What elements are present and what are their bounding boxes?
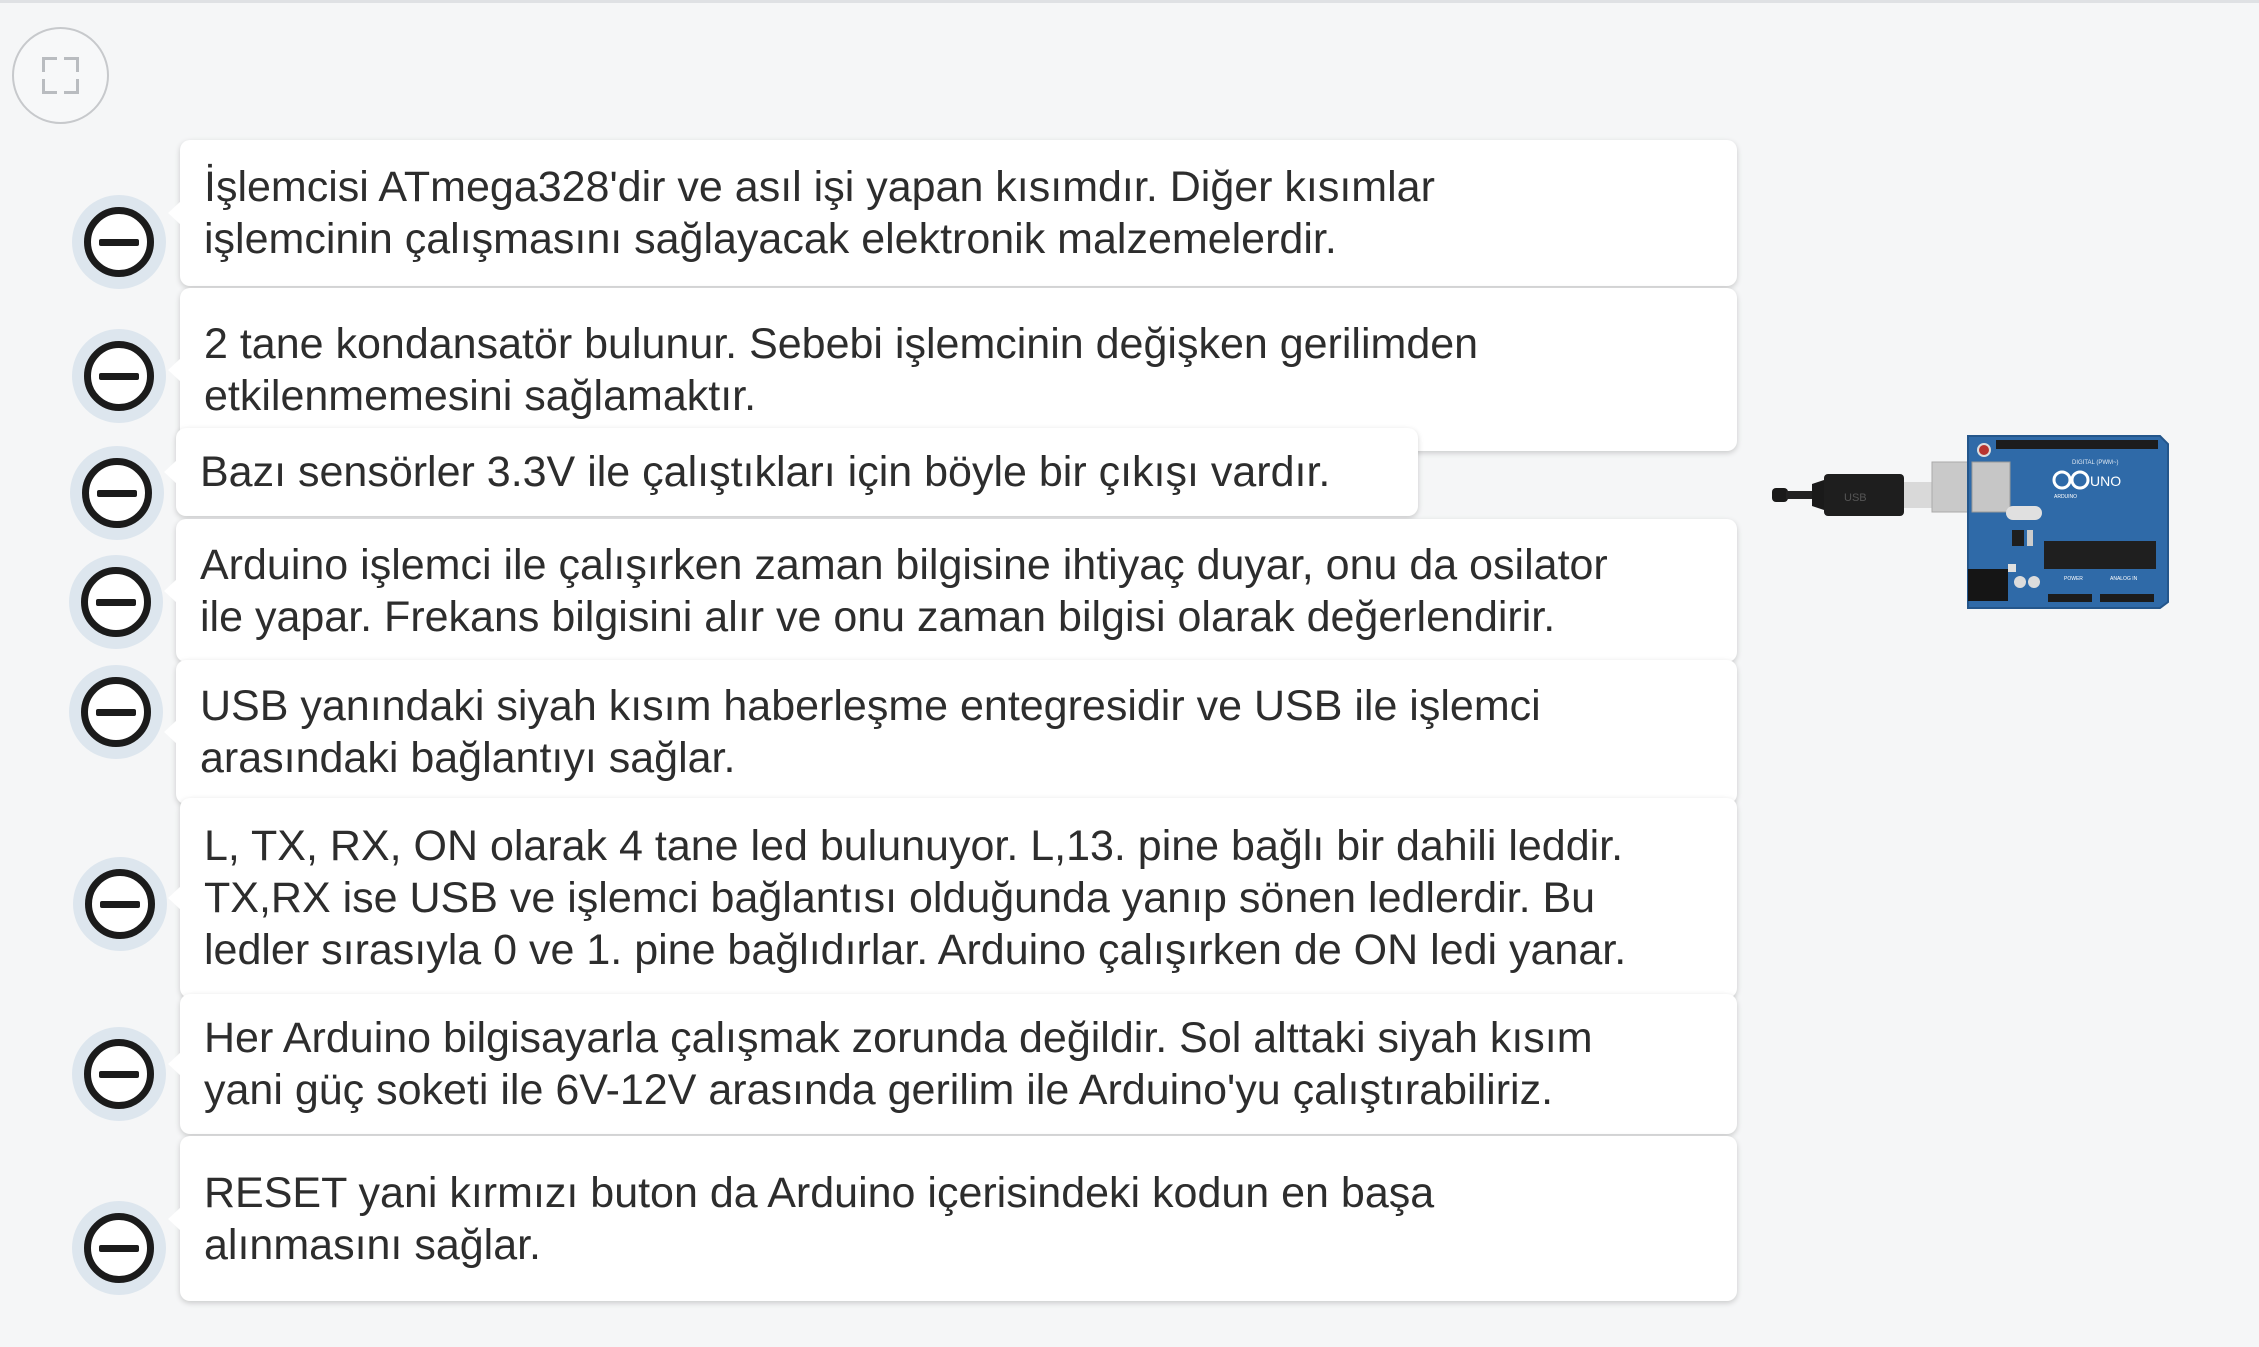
minus-circle-icon: [81, 677, 151, 747]
board-brand-label: ARDUINO: [2054, 494, 2077, 500]
info-card-text: USB yanındaki siyah kısım haberleşme ent…: [200, 682, 1541, 782]
info-card-5: USB yanındaki siyah kısım haberleşme ent…: [164, 660, 1737, 804]
usb-cable-label: USB: [1844, 492, 1867, 504]
info-card-8: RESET yani kırmızı buton da Arduino içer…: [168, 1136, 1737, 1301]
collapse-hotspot-7[interactable]: [72, 1027, 166, 1121]
info-card-1: İşlemcisi ATmega328'dir ve asıl işi yapa…: [168, 140, 1737, 286]
info-card-text: Her Arduino bilgisayarla çalışmak zorund…: [204, 1014, 1593, 1114]
info-card-6: L, TX, RX, ON olarak 4 tane led bulunuyo…: [168, 798, 1737, 998]
collapse-hotspot-1[interactable]: [72, 195, 166, 289]
minus-circle-icon: [84, 341, 154, 411]
power-label: POWER: [2064, 576, 2083, 582]
minus-circle-icon: [82, 458, 152, 528]
fullscreen-button[interactable]: [12, 27, 109, 124]
info-card-3: Bazı sensörler 3.3V ile çalıştıkları içi…: [164, 428, 1418, 516]
collapse-hotspot-8[interactable]: [72, 1201, 166, 1295]
info-card-4: Arduino işlemci ile çalışırken zaman bil…: [164, 519, 1737, 662]
collapse-hotspot-4[interactable]: [69, 555, 163, 649]
info-card-text: Bazı sensörler 3.3V ile çalıştıkları içi…: [200, 448, 1331, 496]
info-card-7: Her Arduino bilgisayarla çalışmak zorund…: [168, 994, 1737, 1134]
info-card-text: L, TX, RX, ON olarak 4 tane led bulunuyo…: [204, 822, 1627, 974]
minus-circle-icon: [84, 1039, 154, 1109]
top-border: [0, 0, 2259, 3]
analog-label: ANALOG IN: [2110, 576, 2138, 582]
minus-circle-icon: [81, 567, 151, 637]
info-card-text: RESET yani kırmızı buton da Arduino içer…: [204, 1168, 1435, 1269]
usb-cable-icon: USB: [1772, 474, 1934, 516]
board-model-label: UNO: [2090, 473, 2121, 489]
info-card-text: Arduino işlemci ile çalışırken zaman bil…: [200, 540, 1608, 641]
info-card-2: 2 tane kondansatör bulunur. Sebebi işlem…: [168, 288, 1737, 451]
info-card-text: İşlemcisi ATmega328'dir ve asıl işi yapa…: [204, 163, 1435, 263]
collapse-hotspot-3[interactable]: [70, 446, 164, 540]
info-card-text: 2 tane kondansatör bulunur. Sebebi işlem…: [204, 319, 1479, 420]
collapse-hotspot-6[interactable]: [73, 857, 167, 951]
collapse-hotspot-5[interactable]: [69, 665, 163, 759]
minus-circle-icon: [85, 869, 155, 939]
arduino-uno-image: USB DIGITAL (PWM~) UNO ARDUINO POWER ANA…: [1772, 435, 2169, 609]
collapse-hotspot-2[interactable]: [72, 329, 166, 423]
minus-circle-icon: [84, 1213, 154, 1283]
minus-circle-icon: [84, 207, 154, 277]
digital-label: DIGITAL (PWM~): [2072, 460, 2119, 466]
